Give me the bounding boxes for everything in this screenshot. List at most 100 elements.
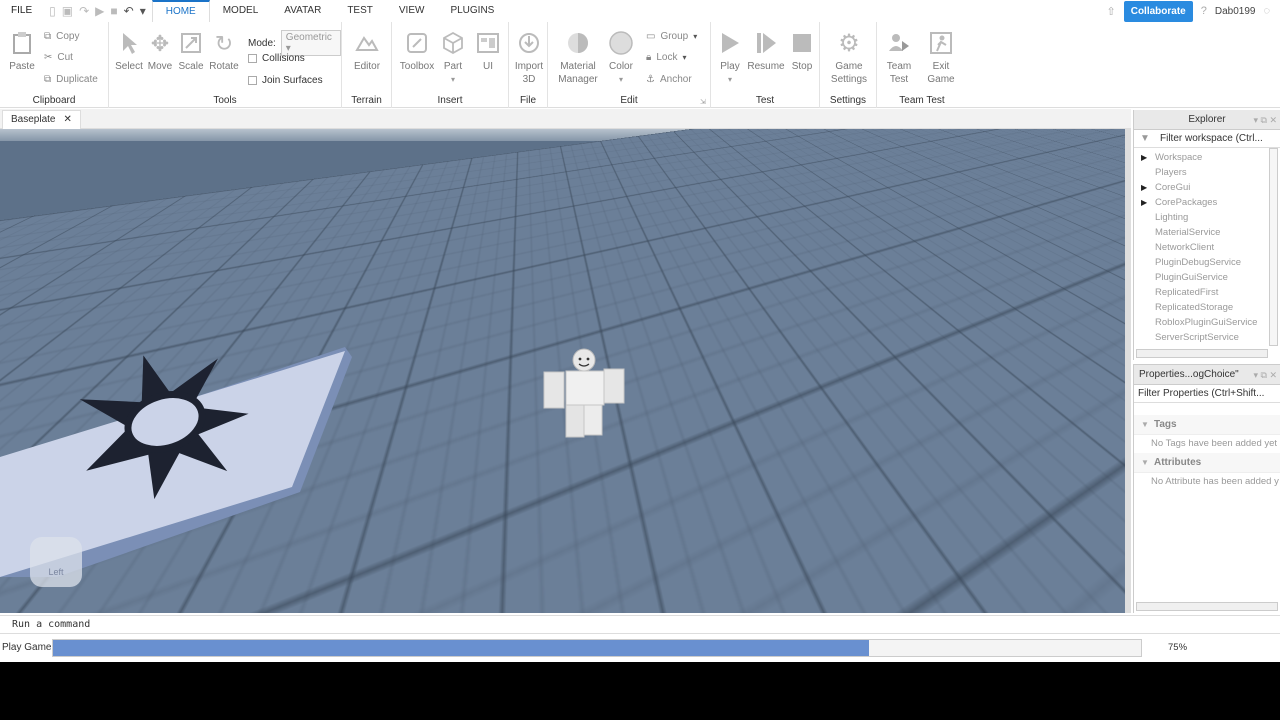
tree-item-lighting[interactable]: Lighting [1134, 210, 1280, 225]
close-tab-icon[interactable]: ✕ [63, 111, 71, 129]
join-surfaces-checkbox[interactable] [248, 76, 257, 85]
paste-button[interactable]: Paste [6, 30, 38, 73]
attributes-section-header[interactable]: ▼ Attributes [1134, 453, 1280, 473]
tree-item-corepackages[interactable]: ▶ CorePackages [1134, 195, 1280, 210]
redo-icon[interactable]: ↷ [79, 4, 89, 18]
tree-item-replicatedstorage[interactable]: ReplicatedStorage [1134, 300, 1280, 315]
ribbon-expand-icon[interactable]: ⇲ [700, 98, 706, 106]
collaborate-button[interactable]: Collaborate [1123, 0, 1193, 22]
notification-icon[interactable]: ◌ [1263, 5, 1270, 17]
explorer-vertical-scrollbar[interactable] [1269, 148, 1278, 346]
file-menu[interactable]: FILE [0, 0, 43, 22]
tags-section-header[interactable]: ▼ Tags [1134, 415, 1280, 435]
share-icon[interactable]: ⇧ [1107, 5, 1116, 18]
game-settings-label-2: Settings [830, 74, 868, 85]
tab-test[interactable]: TEST [334, 0, 386, 22]
tab-plugins[interactable]: PLUGINS [437, 0, 507, 22]
move-tool[interactable]: ✥ Move [145, 30, 175, 73]
tab-model[interactable]: MODEL [210, 0, 272, 22]
properties-horizontal-scrollbar[interactable] [1136, 602, 1278, 611]
panel-window-controls-icon[interactable]: ▾ ⧉ ✕ [1254, 365, 1278, 385]
lock-button[interactable]: 🔒︎ Lock ▾ [646, 52, 686, 63]
command-bar-input[interactable]: Run a command [0, 615, 1280, 634]
join-surfaces-toggle[interactable]: Join Surfaces [248, 75, 323, 86]
team-test-button[interactable]: Team Test [883, 30, 915, 86]
group-button[interactable]: ▭ Group ▾ [646, 31, 697, 42]
viewport-scrollbar[interactable] [1125, 129, 1131, 613]
toolbox-button[interactable]: Toolbox [398, 30, 436, 73]
copy-button[interactable]: ⧉ Copy [44, 31, 80, 42]
tree-item-label: Lighting [1155, 212, 1189, 223]
collisions-checkbox[interactable] [248, 54, 257, 63]
material-manager-button[interactable]: Material Manager [556, 30, 600, 86]
tree-item-pluginguiservice[interactable]: PluginGuiService [1134, 270, 1280, 285]
exit-game-label-2: Game [927, 74, 955, 85]
cursor-icon [116, 30, 142, 56]
group-dropdown-icon[interactable]: ▾ [693, 32, 697, 41]
collisions-toggle[interactable]: Collisions [248, 53, 305, 64]
expand-arrow-icon[interactable]: ▶ [1141, 180, 1147, 195]
cube-icon [440, 30, 466, 56]
properties-filter-input[interactable]: Filter Properties (Ctrl+Shift... [1134, 385, 1280, 403]
tree-item-plugindebugservice[interactable]: PluginDebugService [1134, 255, 1280, 270]
stop-button[interactable]: Stop [787, 30, 817, 73]
tree-item-replicatedfirst[interactable]: ReplicatedFirst [1134, 285, 1280, 300]
username[interactable]: Dab0199 [1215, 6, 1256, 17]
save-icon[interactable]: ▣ [62, 4, 73, 18]
import-3d-button[interactable]: Import 3D [512, 30, 546, 86]
new-file-icon[interactable]: ▯ [49, 4, 56, 18]
scale-tool[interactable]: Scale [176, 30, 206, 73]
tab-home[interactable]: HOME [151, 0, 210, 22]
play-dropdown-icon[interactable]: ▾ [715, 73, 745, 86]
undo-icon[interactable]: ↶ [124, 4, 134, 18]
play-icon[interactable]: ▶ [95, 4, 104, 18]
play-button[interactable]: Play ▾ [715, 30, 745, 86]
tree-item-label: ReplicatedFirst [1155, 287, 1219, 298]
resume-button[interactable]: Resume [747, 30, 785, 73]
exit-game-button[interactable]: Exit Game [925, 30, 957, 86]
3d-viewport[interactable]: Left [0, 129, 1131, 613]
rotate-tool[interactable]: ↻ Rotate [207, 30, 241, 73]
tree-item-players[interactable]: Players [1134, 165, 1280, 180]
collapse-arrow-icon[interactable]: ▼ [1141, 415, 1149, 435]
tree-item-robloxpluginguiservice[interactable]: RobloxPluginGuiService [1134, 315, 1280, 330]
game-settings-button[interactable]: ⚙ Game Settings [826, 30, 872, 86]
tree-item-coregui[interactable]: ▶ CoreGui [1134, 180, 1280, 195]
tree-item-serverscriptservice[interactable]: ServerScriptService [1134, 330, 1280, 345]
tree-item-workspace[interactable]: ▶ Workspace [1134, 150, 1280, 165]
tree-item-networkclient[interactable]: NetworkClient [1134, 240, 1280, 255]
help-icon[interactable]: ? [1201, 5, 1207, 17]
explorer-horizontal-scrollbar[interactable] [1136, 349, 1268, 358]
lock-dropdown-icon[interactable]: ▾ [682, 53, 686, 62]
tree-item-label: NetworkClient [1155, 242, 1215, 253]
avatar-character[interactable] [540, 347, 630, 439]
stop-icon[interactable]: ■ [110, 4, 117, 18]
tab-view[interactable]: VIEW [386, 0, 438, 22]
top-right-area: ⇧ Collaborate ? Dab0199 ◌ [1107, 0, 1280, 22]
part-button[interactable]: Part ▾ [437, 30, 469, 86]
tab-avatar[interactable]: AVATAR [271, 0, 334, 22]
stop-icon [789, 30, 815, 56]
tree-item-materialservice[interactable]: MaterialService [1134, 225, 1280, 240]
part-dropdown-icon[interactable]: ▾ [437, 73, 469, 86]
color-button[interactable]: Color ▾ [605, 30, 637, 86]
select-tool[interactable]: Select [114, 30, 144, 73]
expand-arrow-icon[interactable]: ▶ [1141, 150, 1147, 165]
cut-button[interactable]: ✂ Cut [44, 52, 73, 63]
scissors-icon: ✂ [44, 52, 53, 63]
resume-icon [753, 30, 779, 56]
expand-arrow-icon[interactable]: ▶ [1141, 195, 1147, 210]
customize-icon[interactable]: ▾ [140, 4, 146, 18]
collapse-arrow-icon[interactable]: ▼ [1141, 453, 1149, 473]
panel-window-controls-icon[interactable]: ▾ ⧉ ✕ [1254, 110, 1278, 130]
tree-item-label: ServerScriptService [1155, 332, 1239, 343]
tab-baseplate[interactable]: Baseplate ✕ [2, 110, 81, 129]
terrain-editor-button[interactable]: Editor [350, 30, 384, 73]
ui-icon [475, 30, 501, 56]
explorer-filter-input[interactable]: ▼ Filter workspace (Ctrl... [1134, 130, 1280, 148]
ui-button[interactable]: UI [472, 30, 504, 73]
duplicate-button[interactable]: ⧉ Duplicate [44, 74, 98, 85]
view-cube[interactable]: Left [30, 537, 82, 587]
color-dropdown-icon[interactable]: ▾ [605, 73, 637, 86]
anchor-button[interactable]: ⚓︎ Anchor [646, 74, 692, 85]
